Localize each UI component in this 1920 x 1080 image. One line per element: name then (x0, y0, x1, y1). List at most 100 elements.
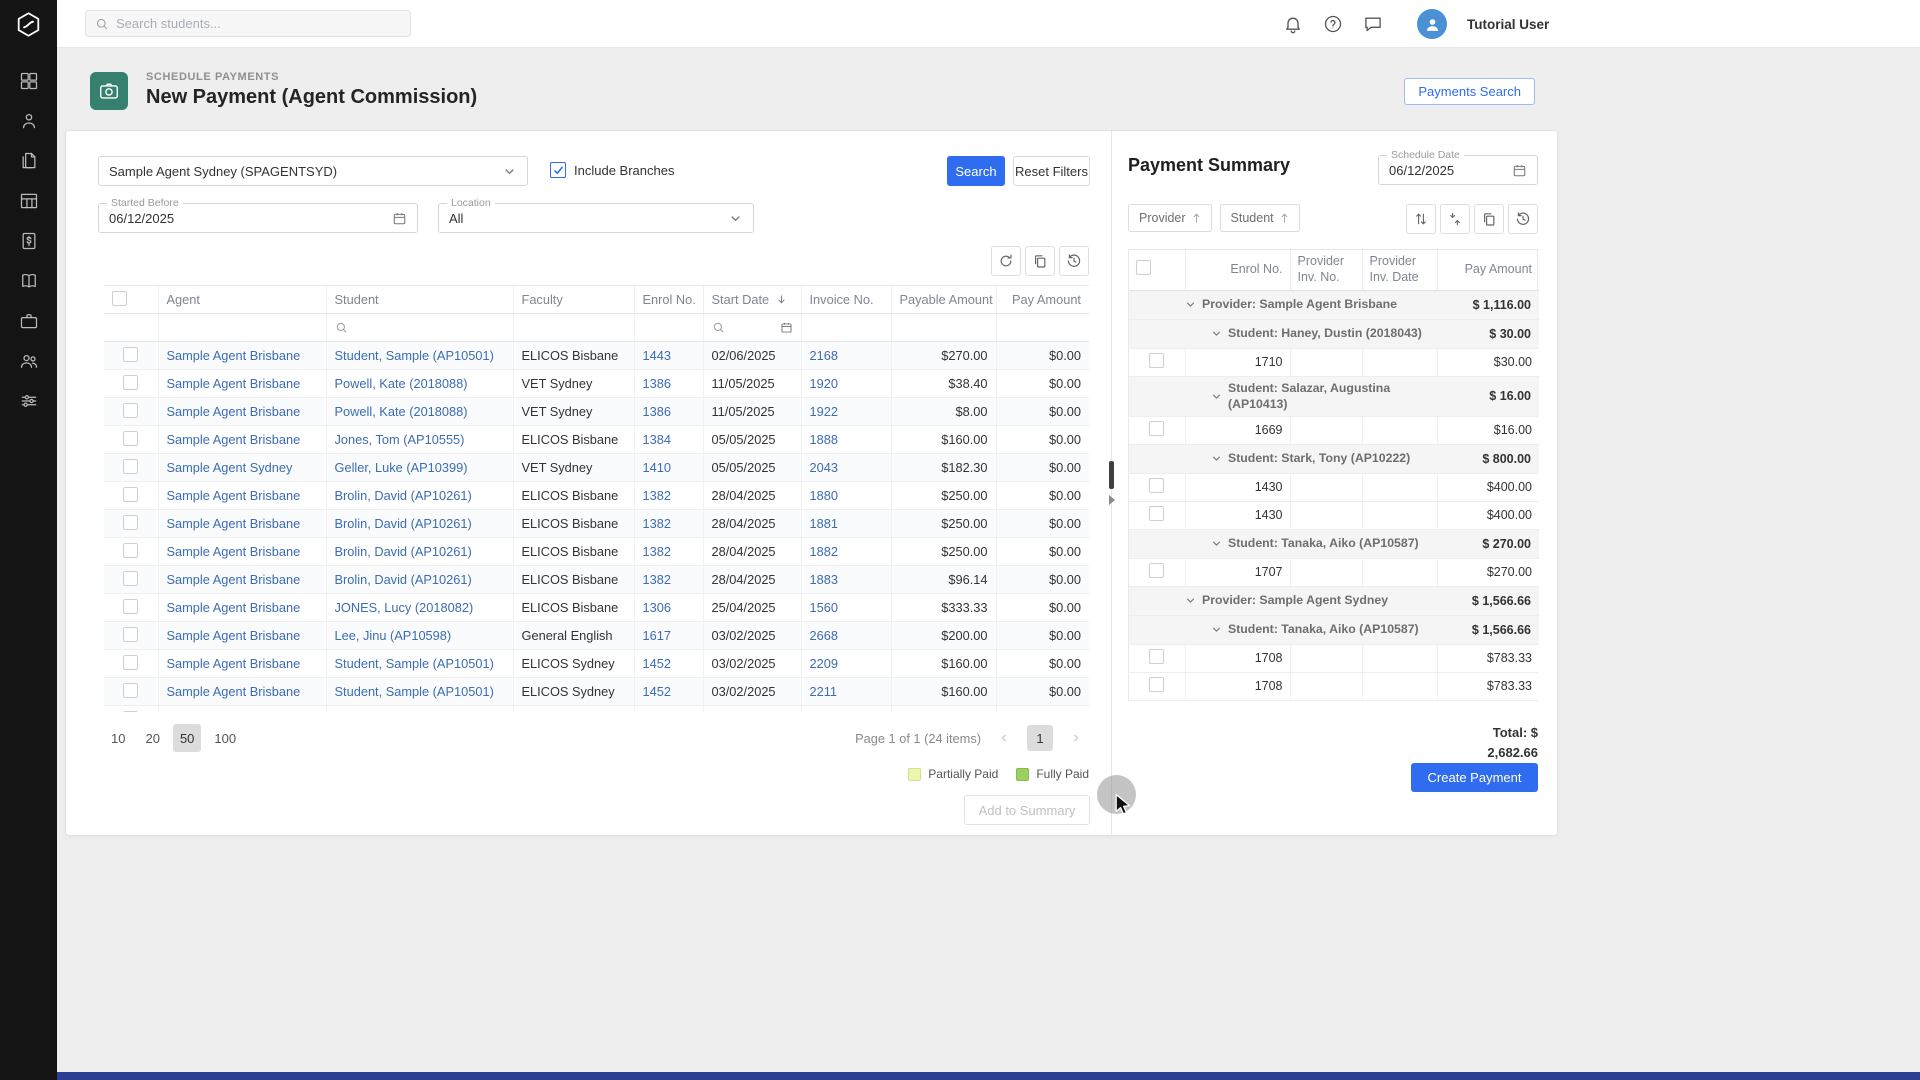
include-branches-checkbox[interactable]: Include Branches (550, 162, 674, 178)
invoice-link[interactable]: 2209 (801, 650, 891, 678)
enrol-link[interactable]: 1384 (634, 426, 703, 454)
column-header-start-date[interactable]: Start Date (703, 286, 801, 314)
enrol-link[interactable]: 1410 (634, 454, 703, 482)
pay-amount-cell[interactable]: $783.33 (1437, 644, 1539, 672)
history-button[interactable] (1059, 246, 1089, 276)
row-checkbox[interactable] (1149, 563, 1164, 578)
notifications-bell-icon[interactable] (1283, 14, 1303, 34)
add-to-summary-button[interactable]: Add to Summary (964, 795, 1090, 825)
pay-amount-cell[interactable]: $783.33 (1437, 672, 1539, 700)
row-checkbox[interactable] (123, 655, 138, 670)
summary-select-all-checkbox[interactable] (1129, 250, 1185, 290)
schedule-date-field[interactable]: Schedule Date 06/12/2025 (1378, 155, 1538, 185)
sidebar-item-finance[interactable] (12, 230, 46, 252)
refresh-button[interactable] (991, 246, 1021, 276)
column-header-faculty[interactable]: Faculty (513, 286, 634, 314)
table-row[interactable]: Sample Agent BrisbaneBrolin, David (AP10… (104, 510, 1089, 538)
enrol-link[interactable]: 1452 (634, 650, 703, 678)
invoice-link[interactable]: 1922 (801, 398, 891, 426)
table-row[interactable]: Sample Agent BrisbaneJones, Tom (AP10555… (104, 426, 1089, 454)
invoice-link[interactable]: 1888 (801, 426, 891, 454)
invoice-link[interactable]: 2043 (801, 454, 891, 482)
summary-history-button[interactable] (1508, 204, 1538, 234)
summary-student-group-row[interactable]: Student: Tanaka, Aiko (AP10587)$ 1,566.6… (1129, 615, 1539, 644)
row-checkbox[interactable] (1149, 421, 1164, 436)
row-checkbox[interactable] (123, 599, 138, 614)
current-page-button[interactable]: 1 (1027, 725, 1053, 751)
table-row[interactable]: Sample Agent BrisbaneStudent, Sample (AP… (104, 678, 1089, 706)
enrol-link[interactable]: 1617 (634, 622, 703, 650)
search-button[interactable]: Search (947, 156, 1005, 186)
row-checkbox[interactable] (123, 403, 138, 418)
invoice-link[interactable]: 2211 (801, 678, 891, 706)
search-input[interactable] (116, 16, 401, 31)
faculty-filter[interactable] (513, 314, 634, 342)
column-header-invoice-no-[interactable]: Invoice No. (801, 286, 891, 314)
invoice-link[interactable]: 1920 (801, 370, 891, 398)
enrol-link[interactable]: 1386 (634, 398, 703, 426)
avatar[interactable] (1417, 9, 1447, 39)
enrol-link[interactable]: 1382 (634, 510, 703, 538)
summary-detail-row[interactable]: 1430$400.00 (1129, 473, 1539, 501)
enrol-link[interactable]: 1382 (634, 566, 703, 594)
table-row[interactable]: Sample Agent BrisbaneStudent, Sample (AP… (104, 650, 1089, 678)
row-checkbox[interactable] (123, 543, 138, 558)
pay-amount-cell[interactable]: $400.00 (1437, 501, 1539, 529)
agent-link[interactable]: Sample Agent Brisbane (158, 510, 326, 538)
student-search-box[interactable] (85, 10, 411, 37)
table-row[interactable]: Sample Agent SydneyGeller, Luke (AP10399… (104, 454, 1089, 482)
student-link[interactable]: Geller, Luke (AP10399) (326, 454, 513, 482)
enrol-link[interactable]: 1386 (634, 370, 703, 398)
column-header-agent[interactable]: Agent (158, 286, 326, 314)
student-link[interactable]: Brolin, David (AP10261) (326, 566, 513, 594)
enrol-link[interactable]: 1306 (634, 594, 703, 622)
agent-link[interactable]: Sample Agent Brisbane (158, 678, 326, 706)
collapse-caret-icon[interactable] (1185, 299, 1196, 310)
sidebar-item-dashboard[interactable] (12, 70, 46, 92)
group-chip-provider[interactable]: Provider (1128, 204, 1212, 232)
agent-link[interactable]: Sample Agent Sydney (158, 454, 326, 482)
collapse-caret-icon[interactable] (1211, 391, 1222, 402)
user-name[interactable]: Tutorial User (1467, 17, 1549, 32)
pay-amount-cell[interactable]: $400.00 (1437, 473, 1539, 501)
column-header-pay-amount[interactable]: Pay Amount (996, 286, 1089, 314)
provider-inv-no-cell[interactable] (1290, 501, 1362, 529)
invoice-filter[interactable] (801, 314, 891, 342)
invoice-link[interactable]: 1883 (801, 566, 891, 594)
sidebar-item-agents[interactable] (12, 350, 46, 372)
provider-inv-date-cell[interactable] (1362, 558, 1437, 586)
app-logo[interactable] (0, 0, 57, 48)
student-link[interactable]: Jones, Tom (AP10555) (326, 426, 513, 454)
agent-link[interactable]: Sample Agent Brisbane (158, 482, 326, 510)
provider-inv-no-cell[interactable] (1290, 348, 1362, 376)
row-checkbox[interactable] (123, 459, 138, 474)
calendar-icon[interactable] (780, 321, 793, 334)
provider-inv-no-cell[interactable] (1290, 644, 1362, 672)
payments-search-button[interactable]: Payments Search (1404, 78, 1535, 105)
row-checkbox[interactable] (1149, 677, 1164, 692)
provider-inv-date-cell[interactable] (1362, 473, 1437, 501)
table-row[interactable]: Sample Agent BrisbaneBrolin, David (AP10… (104, 482, 1089, 510)
page-size-50[interactable]: 50 (173, 724, 201, 752)
page-size-10[interactable]: 10 (104, 724, 132, 752)
copy-grid-button[interactable] (1025, 246, 1055, 276)
pay-amount-cell[interactable]: $270.00 (1437, 558, 1539, 586)
student-link[interactable]: Powell, Kate (2018088) (326, 370, 513, 398)
calendar-icon[interactable] (392, 211, 407, 226)
table-row[interactable]: Sample Agent BrisbaneStudent, Sample (AP… (104, 342, 1089, 370)
provider-inv-date-cell[interactable] (1362, 416, 1437, 444)
row-checkbox[interactable] (123, 375, 138, 390)
table-row[interactable]: Sample Agent BrisbaneBrolin, David (AP10… (104, 538, 1089, 566)
sidebar-item-utilities[interactable] (12, 390, 46, 412)
summary-detail-row[interactable]: 1708$783.33 (1129, 644, 1539, 672)
sidebar-item-students[interactable] (12, 110, 46, 132)
invoice-link[interactable]: 1882 (801, 538, 891, 566)
agent-link[interactable]: Sample Agent Brisbane (158, 370, 326, 398)
feedback-icon[interactable] (1363, 14, 1383, 34)
location-select[interactable]: Location All (438, 203, 754, 233)
payable-filter[interactable] (891, 314, 996, 342)
agent-link[interactable]: Sample Agent Brisbane (158, 594, 326, 622)
row-checkbox[interactable] (123, 683, 138, 698)
page-size-20[interactable]: 20 (138, 724, 166, 752)
start-date-filter[interactable] (703, 314, 801, 342)
